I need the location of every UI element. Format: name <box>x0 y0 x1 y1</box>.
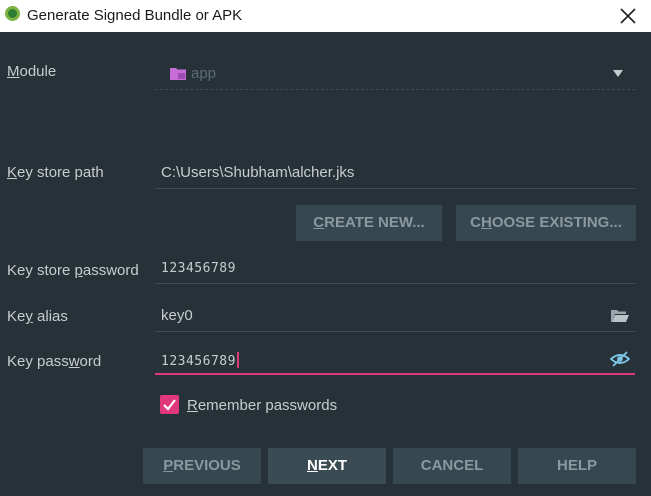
module-select[interactable]: app <box>155 58 635 90</box>
choose-existing-button[interactable]: CHOOSE EXISTING... <box>456 205 636 241</box>
android-studio-icon <box>5 6 20 21</box>
key-alias-value: key0 <box>161 307 193 324</box>
keystore-password-label: Key store password <box>7 262 139 279</box>
key-password-field[interactable]: 123456789 <box>155 343 635 375</box>
help-button[interactable]: HELP <box>518 448 636 484</box>
next-button[interactable]: NEXT <box>268 448 386 484</box>
keystore-path-label: Key store path <box>7 164 104 181</box>
folder-app-icon <box>170 68 186 80</box>
keystore-password-field[interactable]: 123456789 <box>155 252 635 284</box>
key-alias-label: Key alias <box>7 308 68 325</box>
eye-hidden-icon[interactable] <box>610 350 630 368</box>
chevron-down-icon[interactable] <box>613 70 623 77</box>
text-caret <box>236 352 239 368</box>
keystore-path-value: C:\Users\Shubham\alcher.jks <box>161 164 355 181</box>
key-password-value: 123456789 <box>161 352 239 369</box>
key-alias-field[interactable]: key0 <box>155 300 635 332</box>
cancel-button[interactable]: CANCEL <box>393 448 511 484</box>
remember-passwords-checkbox[interactable] <box>160 395 179 414</box>
window-title: Generate Signed Bundle or APK <box>27 7 243 24</box>
folder-open-icon[interactable] <box>610 307 630 325</box>
keystore-password-value: 123456789 <box>161 261 236 276</box>
close-icon[interactable] <box>615 3 641 29</box>
module-value: app <box>191 65 217 82</box>
keystore-path-field[interactable]: C:\Users\Shubham\alcher.jks <box>155 157 635 189</box>
remember-passwords-label[interactable]: Remember passwords <box>187 397 337 414</box>
previous-button[interactable]: PREVIOUS <box>143 448 261 484</box>
create-new-button[interactable]: CREATE NEW... <box>296 205 442 241</box>
module-label: Module <box>7 63 57 80</box>
title-bar: Generate Signed Bundle or APK <box>0 0 651 32</box>
key-password-label: Key password <box>7 353 102 370</box>
